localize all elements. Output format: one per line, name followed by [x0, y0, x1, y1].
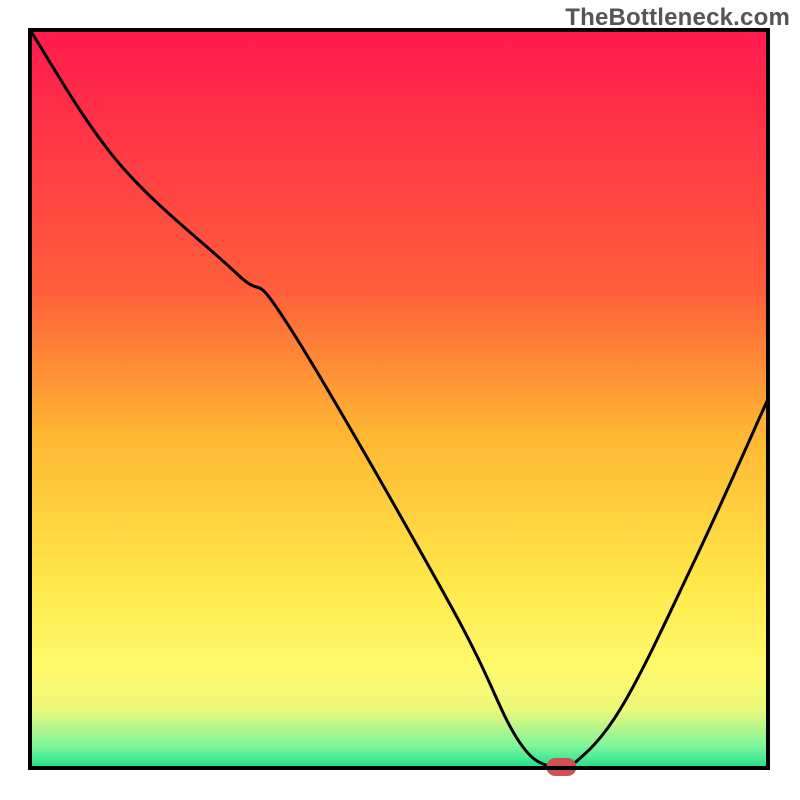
gradient-background: [30, 30, 768, 768]
bottleneck-chart: [0, 0, 800, 800]
chart-frame: TheBottleneck.com: [0, 0, 800, 800]
watermark-text: TheBottleneck.com: [565, 4, 790, 32]
